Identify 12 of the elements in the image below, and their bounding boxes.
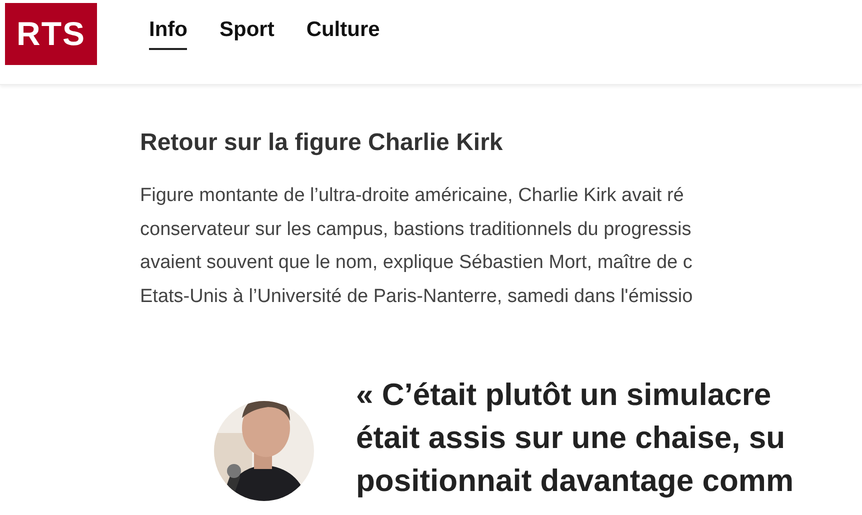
rts-logo[interactable]: RTS <box>5 3 97 65</box>
paragraph-line: Etats-Unis à l’Université de Paris-Nanterre, samedi dans l'émissio <box>140 284 693 308</box>
quote-line: était assis sur une chaise, su <box>356 419 786 457</box>
nav-tab[interactable]: Sport <box>219 18 274 50</box>
quote-line: positionnait davantage comm <box>356 462 794 500</box>
paragraph-line: avaient souvent que le nom, explique Sébastien Mort, maître de c <box>140 251 692 275</box>
paragraph-line: Figure montante de l’ultra-droite américaine, Charlie Kirk avait ré <box>140 184 684 208</box>
section-heading: Retour sur la figure Charlie Kirk <box>140 129 504 157</box>
quote-line: « C’était plutôt un simulacre <box>356 376 772 414</box>
paragraph-line: conservateur sur les campus, bastions traditionnels du progressis <box>140 218 692 242</box>
nav-tab[interactable]: Info <box>149 18 188 50</box>
nav-tab[interactable]: Culture <box>306 18 380 50</box>
